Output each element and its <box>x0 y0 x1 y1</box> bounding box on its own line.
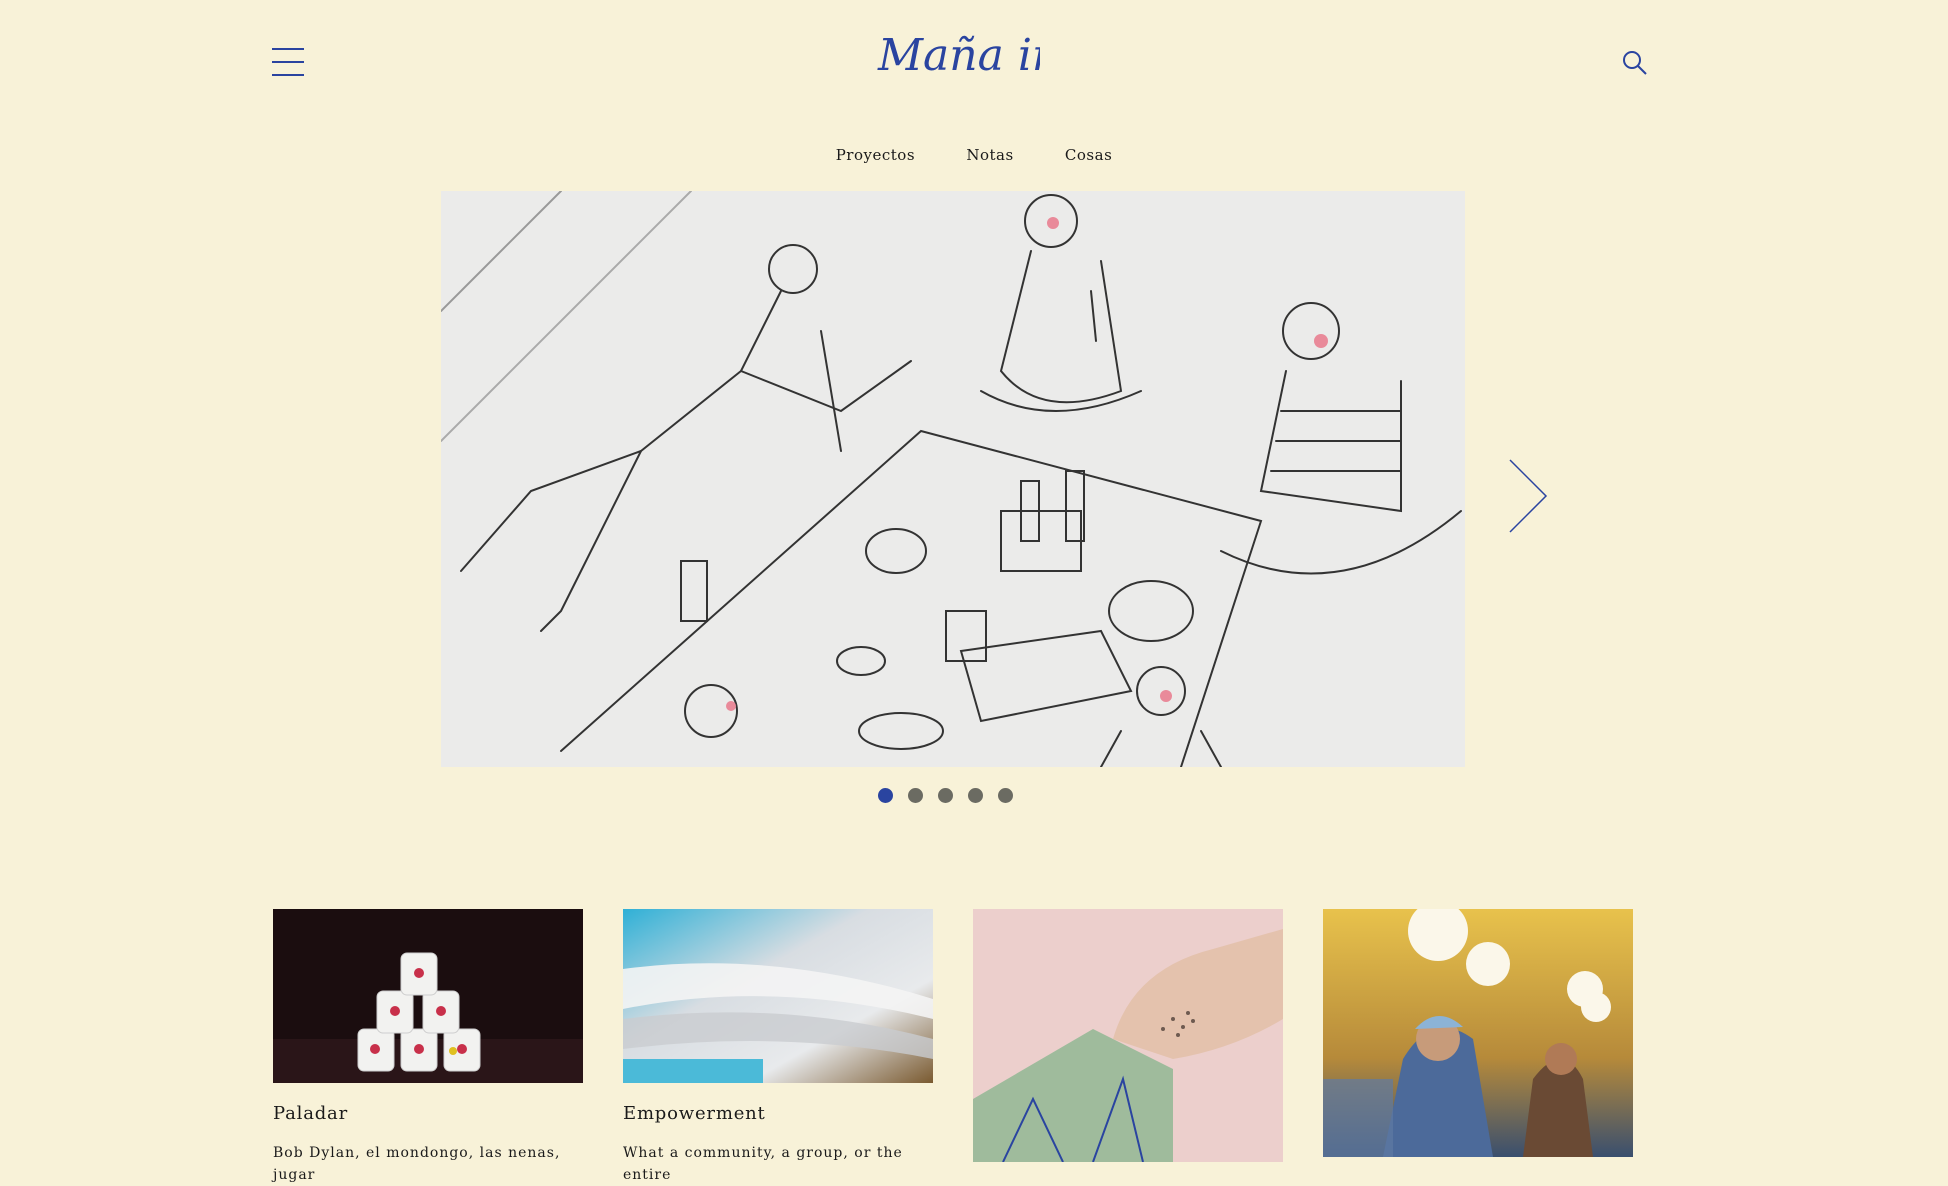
nav-item-notas[interactable]: Notas <box>966 146 1013 164</box>
card-title[interactable]: Paladar <box>273 1103 583 1124</box>
carousel-dot-5[interactable] <box>998 788 1013 803</box>
picnic-sketch-illustration <box>441 191 1465 767</box>
carousel-dots <box>878 788 1013 803</box>
enamel-mugs-photo[interactable] <box>273 909 583 1083</box>
gloved-hand-green-folder-photo[interactable] <box>973 909 1283 1163</box>
card-paladar[interactable]: Paladar Bob Dylan, el mondongo, las nena… <box>273 909 583 1186</box>
search-icon[interactable] <box>1622 50 1648 76</box>
card-excerpt: What a community, a group, or the entire <box>623 1145 903 1183</box>
card-empowerment[interactable]: Empowerment What a community, a group, o… <box>623 909 933 1186</box>
printed-paper-stack-photo[interactable] <box>623 909 933 1083</box>
logo-text: Maña ind. <box>877 30 1040 81</box>
hamburger-menu-icon[interactable] <box>272 48 304 76</box>
logo[interactable]: Maña ind. <box>870 20 1040 95</box>
card-title[interactable]: Empowerment <box>623 1103 933 1124</box>
chevron-right-icon[interactable] <box>1506 458 1550 534</box>
carousel-dot-3[interactable] <box>938 788 953 803</box>
nav-item-proyectos[interactable]: Proyectos <box>836 146 915 164</box>
carousel-dot-2[interactable] <box>908 788 923 803</box>
main-nav: Proyectos Notas Cosas <box>0 146 1948 164</box>
nav-item-cosas[interactable]: Cosas <box>1065 146 1112 164</box>
card-gloved-hand[interactable] <box>973 909 1283 1166</box>
card-excerpt: Bob Dylan, el mondongo, las nenas, jugar <box>273 1145 561 1183</box>
carousel-dot-1[interactable] <box>878 788 893 803</box>
carousel-dot-4[interactable] <box>968 788 983 803</box>
carousel-slide-image[interactable] <box>441 191 1465 767</box>
card-cafe[interactable] <box>1323 901 1633 1161</box>
cafe-barista-photo[interactable] <box>1323 901 1633 1157</box>
